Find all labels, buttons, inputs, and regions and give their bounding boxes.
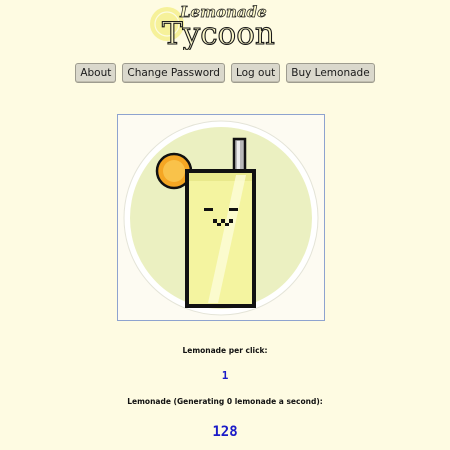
top-nav: About Change Password Log out Buy Lemona…	[0, 63, 450, 83]
lemonade-total-label: Lemonade (Generating 0 lemonade a second…	[127, 397, 323, 406]
buy-lemonade-button[interactable]: Buy Lemonade	[286, 63, 375, 83]
per-click-value: 1	[221, 369, 229, 382]
lemonade-cup-image	[123, 120, 319, 316]
game-page: Lemonade Tycoon About Change Password Lo…	[0, 0, 450, 450]
lemonade-click-target[interactable]	[117, 114, 325, 321]
logout-button[interactable]: Log out	[230, 63, 281, 83]
change-password-button[interactable]: Change Password	[122, 63, 225, 83]
logo-line-2: Tycoon	[162, 16, 275, 50]
lemonade-tycoon-logo: Lemonade Tycoon	[150, 3, 275, 50]
per-click-label: Lemonade per click:	[182, 346, 268, 355]
lemonade-total-value: 128	[212, 424, 238, 440]
about-button[interactable]: About	[75, 63, 117, 83]
